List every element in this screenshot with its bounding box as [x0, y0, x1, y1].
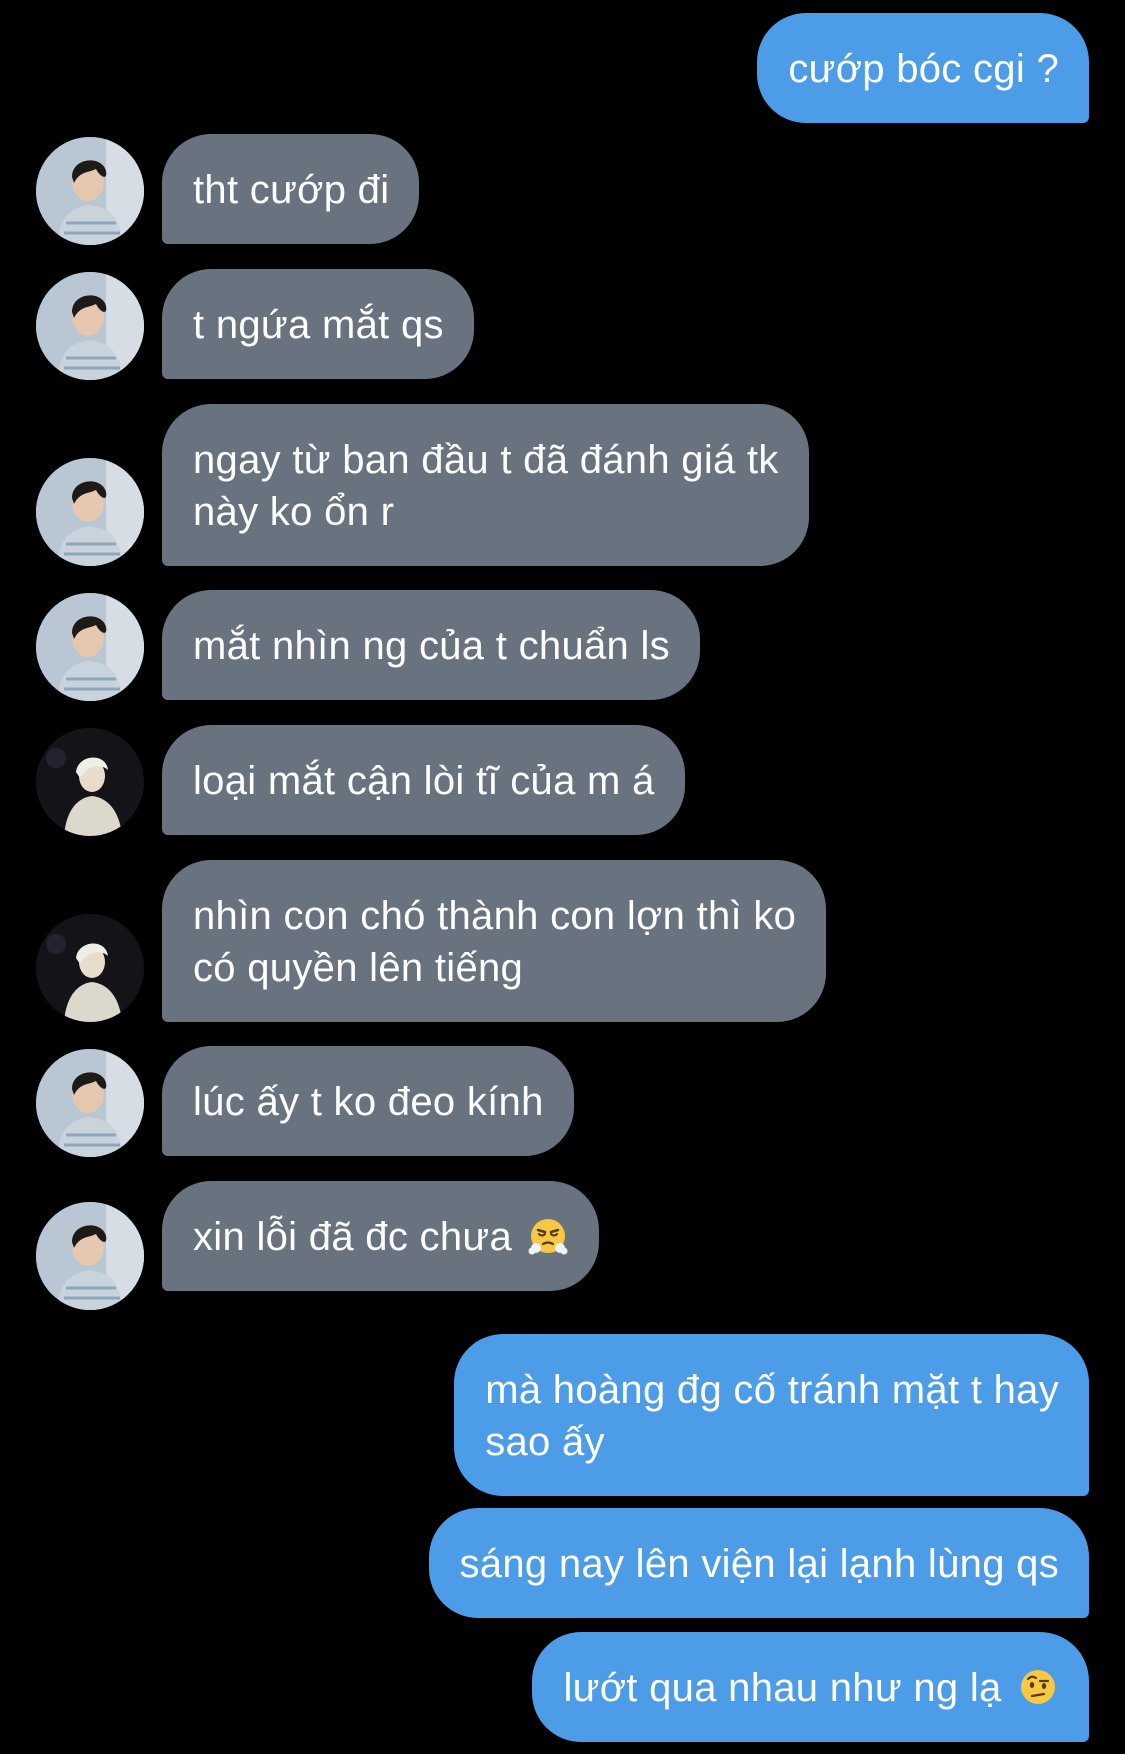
friend-avatar[interactable] [36, 593, 144, 701]
friend-avatar[interactable] [36, 1202, 144, 1310]
friend-avatar[interactable] [36, 1049, 144, 1157]
chat-thread[interactable]: cướp bóc cgi ? tht cướp đi t ngứa mắt qs… [0, 0, 1125, 1754]
face-with-raised-eyebrow-icon [1017, 1666, 1059, 1708]
friend-avatar[interactable] [36, 914, 144, 1022]
incoming-message-bubble[interactable]: mắt nhìn ng của t chuẩn ls [162, 590, 700, 700]
message-text-line: mà hoàng đg cố tránh mặt t hay [485, 1368, 1059, 1412]
incoming-message-bubble[interactable]: xin lỗi đã đc chưa [162, 1181, 600, 1291]
person-photo-icon [36, 728, 144, 836]
message-text: mắt nhìn ng của t chuẩn ls [193, 624, 670, 668]
message-text: lướt qua nhau như ng lạ [563, 1666, 1002, 1710]
message-text-line: có quyền lên tiếng [193, 946, 524, 990]
outgoing-message-bubble[interactable]: cướp bóc cgi ? [757, 13, 1089, 123]
friend-avatar[interactable] [36, 137, 144, 245]
friend-avatar[interactable] [36, 458, 144, 566]
incoming-message-bubble[interactable]: ngay từ ban đầu t đã đánh giá tk này ko … [162, 404, 809, 566]
message-text-line: ngay từ ban đầu t đã đánh giá tk [193, 438, 779, 482]
message-text: t ngứa mắt qs [193, 303, 444, 347]
message-text: sáng nay lên viện lại lạnh lùng qs [459, 1542, 1059, 1586]
message-text: xin lỗi đã đc chưa [193, 1215, 513, 1259]
person-photo-icon [36, 914, 144, 1022]
outgoing-message-bubble[interactable]: lướt qua nhau như ng lạ [532, 1632, 1089, 1742]
message-text: lúc ấy t ko đeo kính [193, 1080, 544, 1124]
message-text: cướp bóc cgi ? [788, 47, 1059, 91]
incoming-message-bubble[interactable]: lúc ấy t ko đeo kính [162, 1046, 574, 1156]
incoming-message-bubble[interactable]: tht cướp đi [162, 134, 420, 244]
friend-avatar[interactable] [36, 728, 144, 836]
person-photo-icon [36, 137, 144, 245]
outgoing-message-bubble[interactable]: sáng nay lên viện lại lạnh lùng qs [428, 1508, 1089, 1618]
outgoing-message-bubble[interactable]: mà hoàng đg cố tránh mặt t hay sao ấy [454, 1334, 1089, 1496]
incoming-message-bubble[interactable]: nhìn con chó thành con lợn thì ko có quy… [162, 860, 827, 1022]
person-photo-icon [36, 1202, 144, 1310]
person-photo-icon [36, 1049, 144, 1157]
person-photo-icon [36, 272, 144, 380]
message-text-line: nhìn con chó thành con lợn thì ko [193, 894, 797, 938]
person-photo-icon [36, 458, 144, 566]
message-text-line: sao ấy [485, 1420, 605, 1464]
face-with-steam-from-nose-icon [527, 1215, 569, 1257]
incoming-message-bubble[interactable]: loại mắt cận lòi tĩ của m á [162, 725, 685, 835]
friend-avatar[interactable] [36, 272, 144, 380]
message-text: tht cướp đi [193, 168, 390, 212]
message-text: loại mắt cận lòi tĩ của m á [193, 759, 655, 803]
person-photo-icon [36, 593, 144, 701]
message-text-line: này ko ổn r [193, 490, 395, 534]
incoming-message-bubble[interactable]: t ngứa mắt qs [162, 269, 474, 379]
